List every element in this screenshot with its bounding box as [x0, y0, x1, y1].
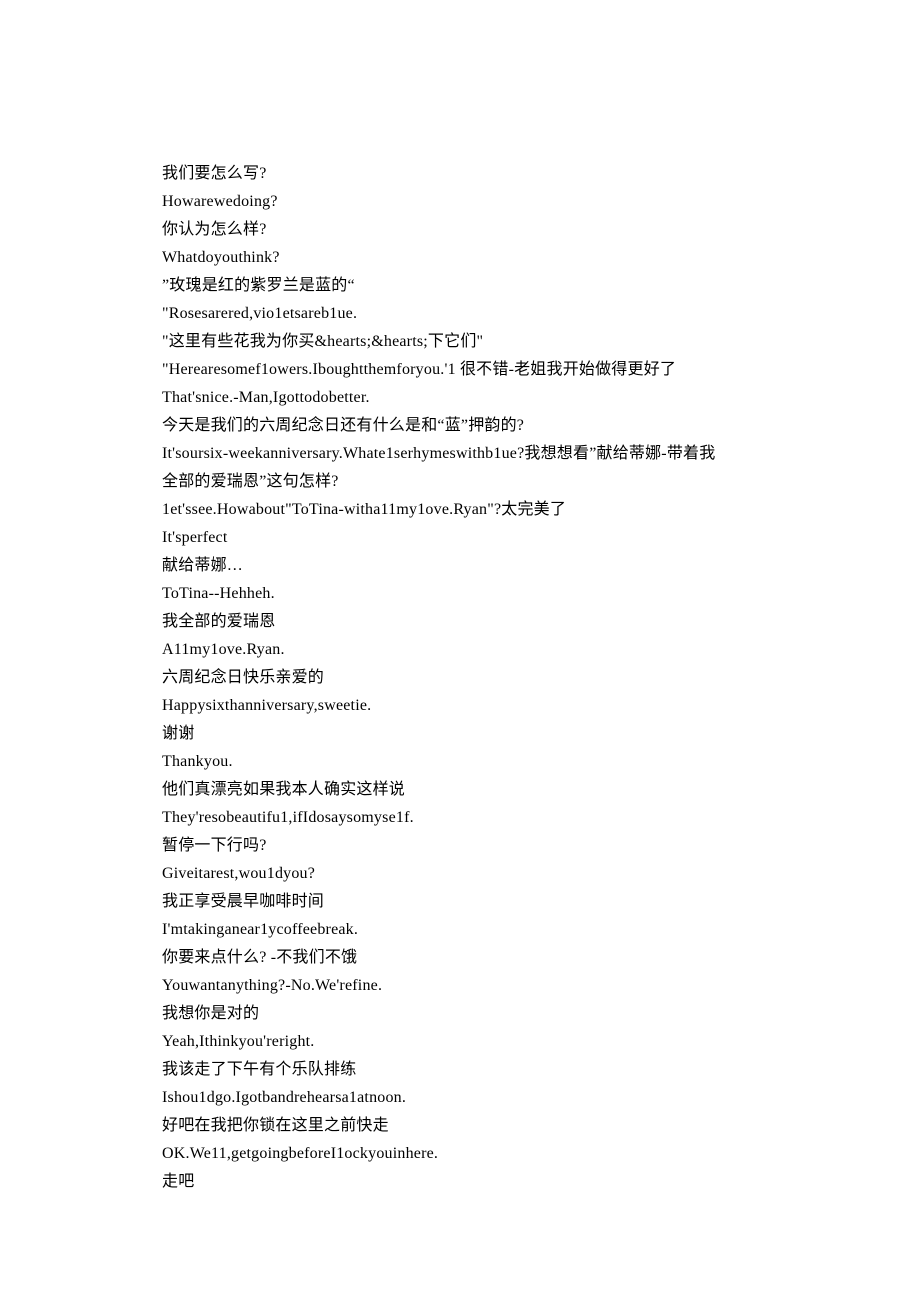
- text-line: 我该走了下午有个乐队排练: [162, 1056, 722, 1084]
- text-line: Whatdoyouthink?: [162, 244, 722, 272]
- text-line: That'snice.-Man,Igottodobetter.: [162, 384, 722, 412]
- text-line: "这里有些花我为你买&hearts;&hearts;下它们": [162, 328, 722, 356]
- text-line: They'resobeautifu1,ifIdosaysomyse1f.: [162, 804, 722, 832]
- text-line: It'sperfect: [162, 524, 722, 552]
- text-line: "Herearesomef1owers.Iboughtthemforyou.'1…: [162, 356, 722, 384]
- text-line: OK.We11,getgoingbeforeI1ockyouinhere.: [162, 1140, 722, 1168]
- text-line: 谢谢: [162, 720, 722, 748]
- text-line: A11my1ove.Ryan.: [162, 636, 722, 664]
- text-line: 我全部的爱瑞恩: [162, 608, 722, 636]
- text-line: Ishou1dgo.Igotbandrehearsa1atnoon.: [162, 1084, 722, 1112]
- text-line: 你认为怎么样?: [162, 216, 722, 244]
- text-line: 我想你是对的: [162, 1000, 722, 1028]
- text-line: Youwantanything?-No.We'refine.: [162, 972, 722, 1000]
- text-line: Howarewedoing?: [162, 188, 722, 216]
- text-line: 你要来点什么? -不我们不饿: [162, 944, 722, 972]
- text-line: 我们要怎么写?: [162, 160, 722, 188]
- text-line: Happysixthanniversary,sweetie.: [162, 692, 722, 720]
- text-line: "Rosesarered,vio1etsareb1ue.: [162, 300, 722, 328]
- text-line: ”玫瑰是红的紫罗兰是蓝的“: [162, 272, 722, 300]
- document-page: 我们要怎么写? Howarewedoing? 你认为怎么样? Whatdoyou…: [0, 0, 722, 1276]
- text-line: Thankyou.: [162, 748, 722, 776]
- text-line: I'mtakinganear1ycoffeebreak.: [162, 916, 722, 944]
- text-line: Giveitarest,wou1dyou?: [162, 860, 722, 888]
- text-line: 献给蒂娜…: [162, 552, 722, 580]
- text-line: Yeah,Ithinkyou'reright.: [162, 1028, 722, 1056]
- text-line: ToTina--Hehheh.: [162, 580, 722, 608]
- text-line: 好吧在我把你锁在这里之前快走: [162, 1112, 722, 1140]
- text-line: 暂停一下行吗?: [162, 832, 722, 860]
- text-line: 我正享受晨早咖啡时间: [162, 888, 722, 916]
- text-line: 走吧: [162, 1168, 722, 1196]
- text-line: 他们真漂亮如果我本人确实这样说: [162, 776, 722, 804]
- text-line: 六周纪念日快乐亲爱的: [162, 664, 722, 692]
- text-line: 1et'ssee.Howabout"ToTina-witha11my1ove.R…: [162, 496, 722, 524]
- text-line: 今天是我们的六周纪念日还有什么是和“蓝”押韵的?: [162, 412, 722, 440]
- text-line: It'soursix-weekanniversary.Whate1serhyme…: [162, 440, 722, 496]
